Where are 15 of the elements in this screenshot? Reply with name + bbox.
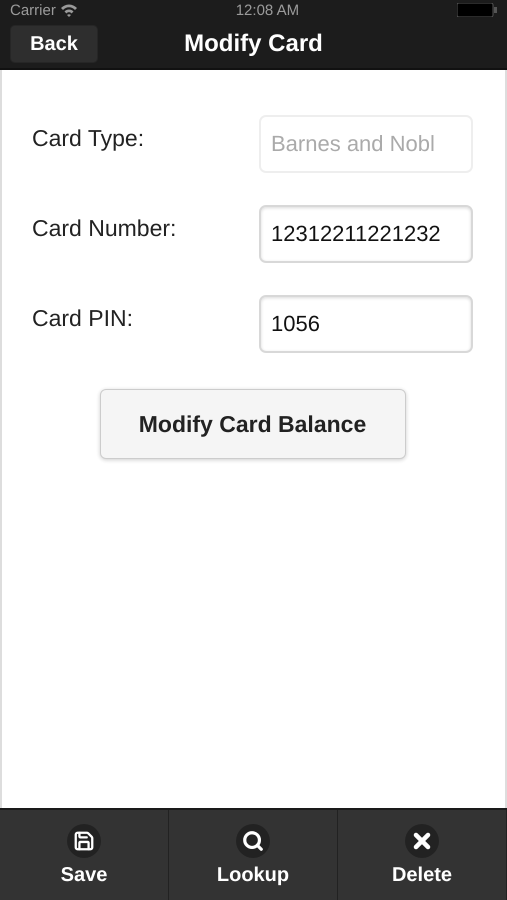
field-label: Card PIN:: [32, 305, 133, 332]
input-field[interactable]: 12312211221232: [259, 205, 473, 263]
field-label: Card Type:: [32, 125, 144, 152]
save-icon: [67, 824, 101, 858]
modify-balance-button[interactable]: Modify Card Balance: [100, 389, 406, 459]
carrier-label: Carrier: [10, 2, 56, 18]
field-label: Card Number:: [32, 215, 176, 242]
status-time: 12:08 AM: [236, 2, 300, 18]
battery-icon: [456, 3, 497, 17]
input-field[interactable]: 1056: [259, 295, 473, 353]
search-icon: [236, 824, 270, 858]
back-button[interactable]: Back: [10, 25, 98, 63]
page-title: Modify Card: [184, 30, 323, 58]
close-icon: [405, 824, 439, 858]
wifi-icon: [60, 3, 78, 17]
